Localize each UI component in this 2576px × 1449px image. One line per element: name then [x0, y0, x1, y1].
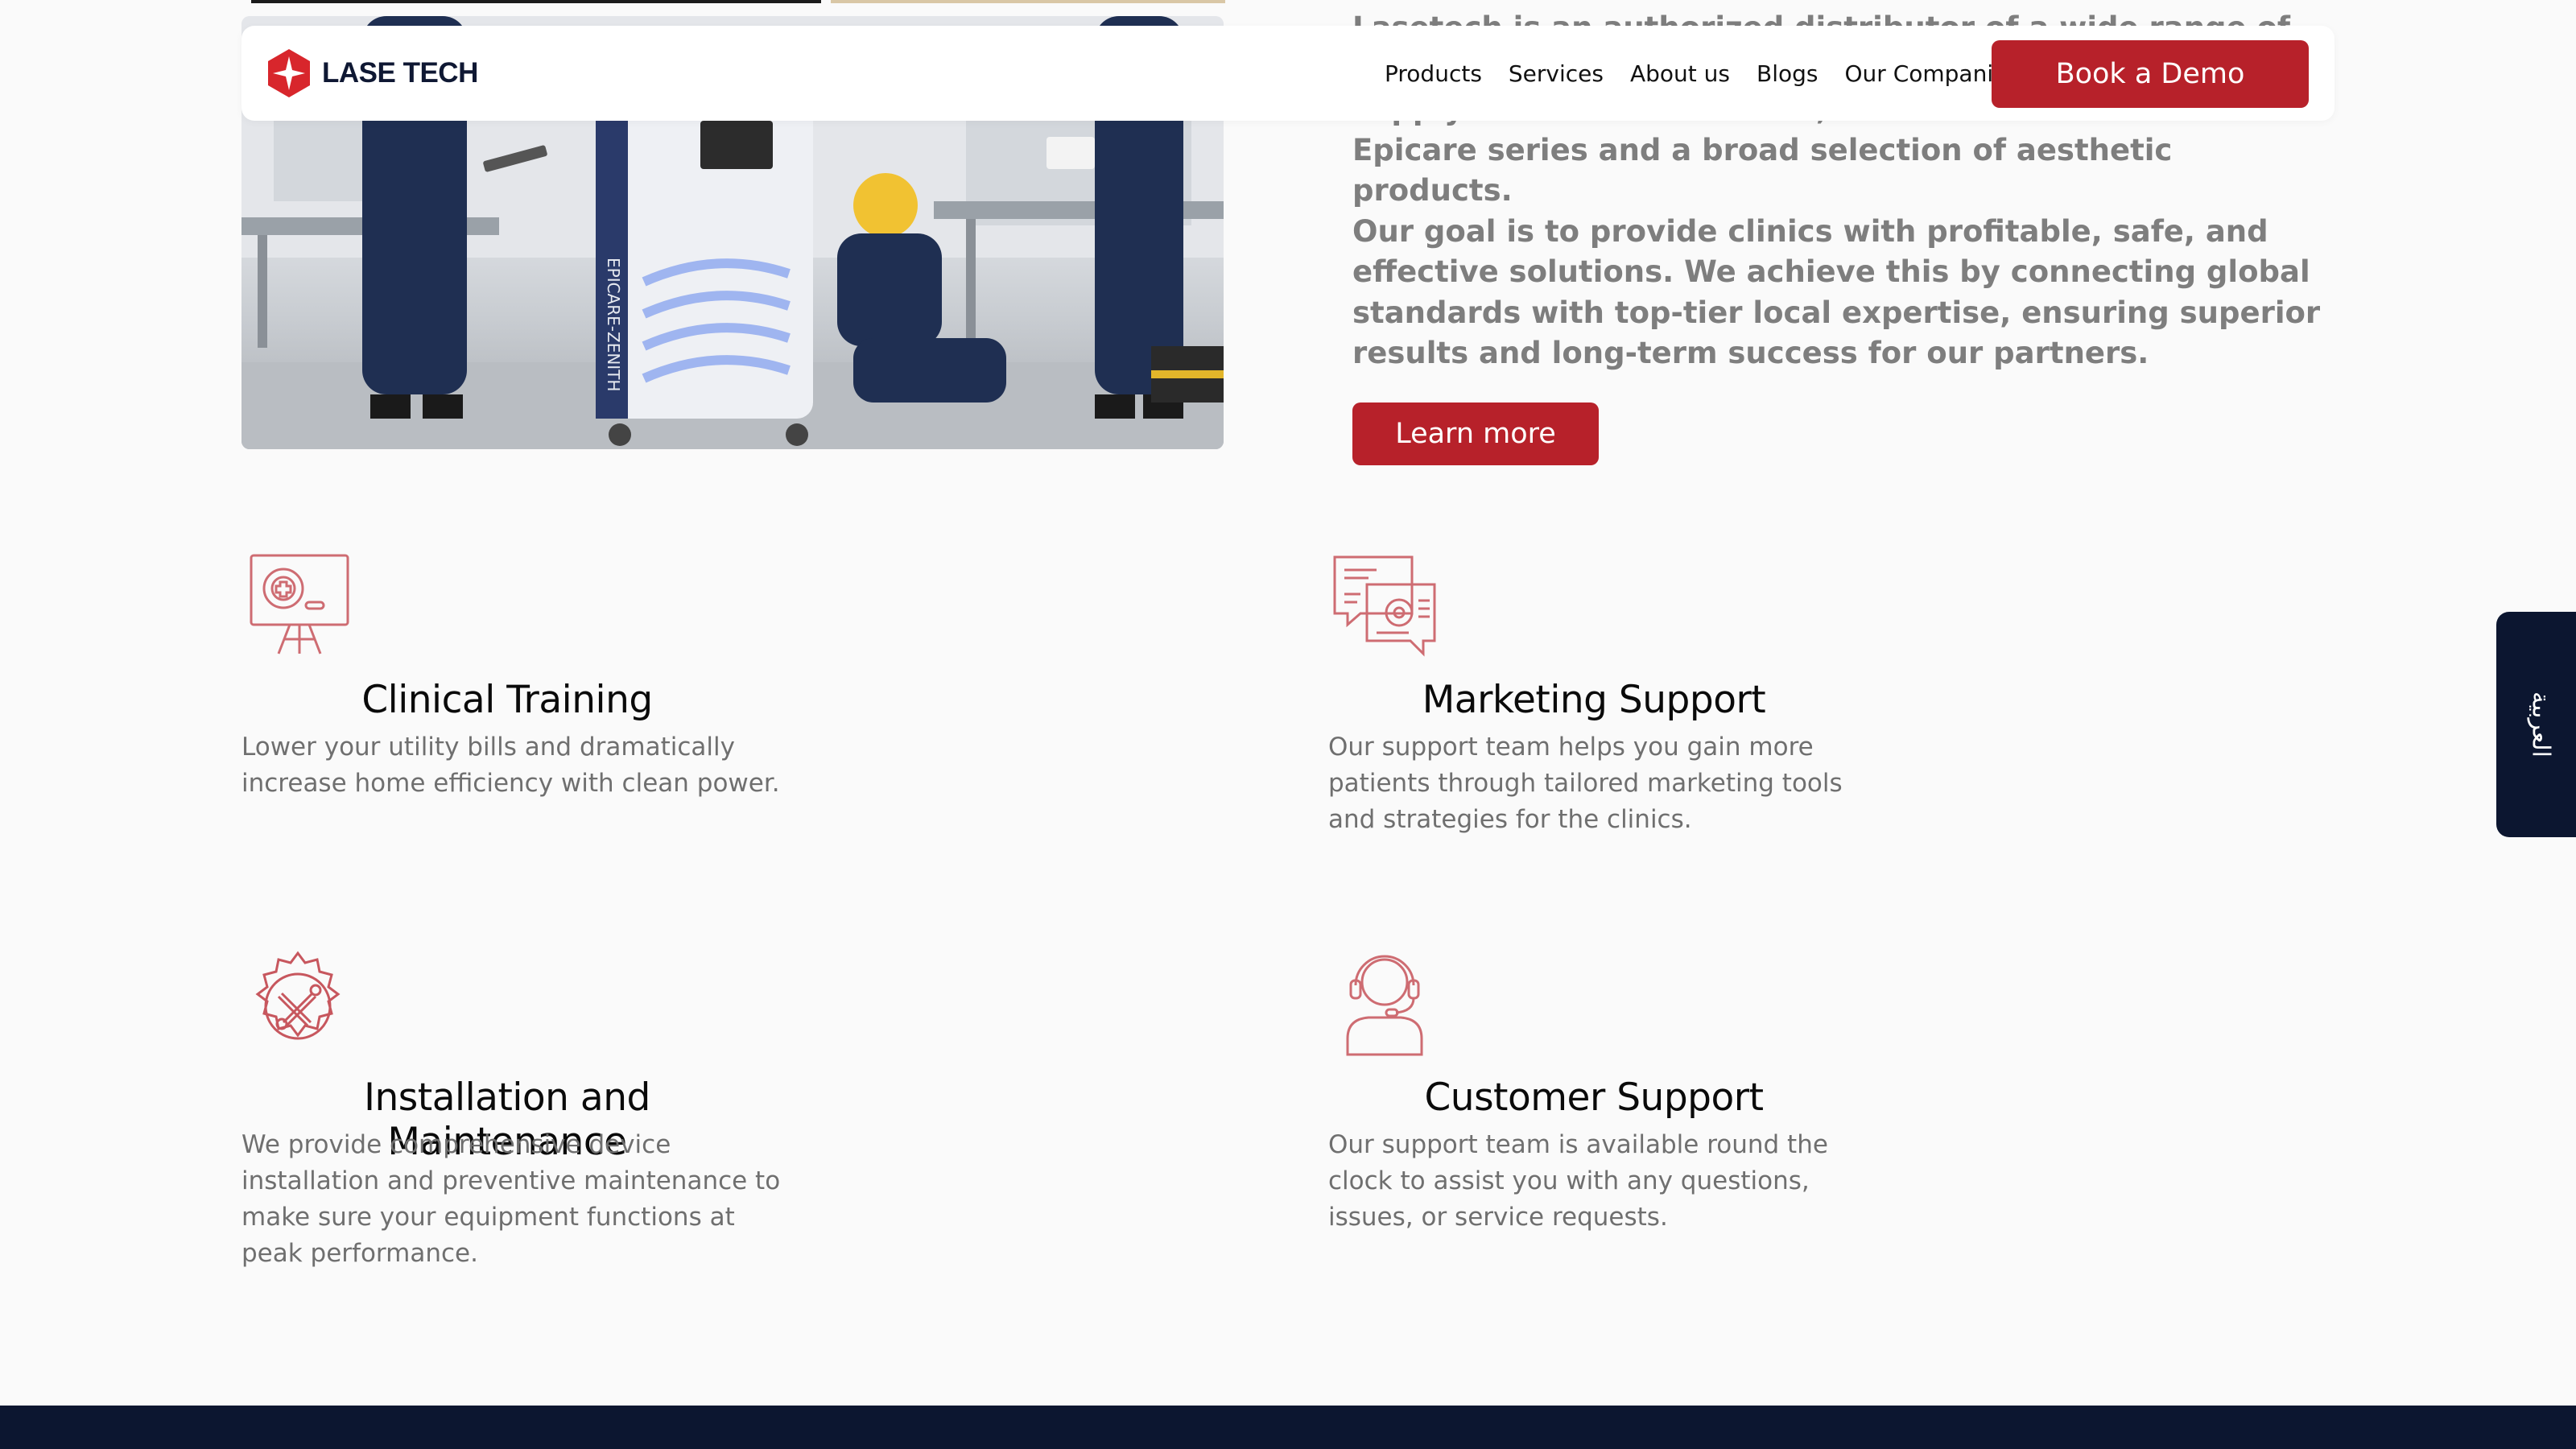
nav-services[interactable]: Services: [1509, 60, 1604, 87]
service-card-marketing-support: Marketing Support Our support team helps…: [1328, 552, 1876, 842]
service-description: Our support team is available round the …: [1328, 1130, 1828, 1232]
language-toggle-tab[interactable]: العربية: [2496, 612, 2576, 837]
previous-image-strip: [831, 0, 1225, 3]
device-label: EPICARE-ZENITH: [604, 258, 623, 391]
service-title: Marketing Support: [1422, 678, 1766, 722]
learn-more-button[interactable]: Learn more: [1352, 402, 1599, 465]
footer: [0, 1406, 2576, 1449]
service-title: Customer Support: [1424, 1075, 1764, 1120]
about-paragraph: Our goal is to provide clinics with prof…: [1352, 213, 2321, 371]
previous-image-strip: [251, 0, 821, 3]
nav-about[interactable]: About us: [1630, 60, 1730, 87]
training-board-icon: [250, 554, 349, 654]
lasetech-logo-icon: [268, 49, 310, 97]
language-label: العربية: [2526, 691, 2555, 758]
service-card-clinical-training: Clinical Training Lower your utility bil…: [242, 552, 789, 818]
service-card-customer-support: Customer Support Our support team is ava…: [1328, 950, 1876, 1240]
service-title: Clinical Training: [361, 678, 653, 722]
navbar: LASE TECH Products Services About us Blo…: [242, 26, 2334, 121]
nav-blogs[interactable]: Blogs: [1757, 60, 1818, 87]
service-description: Lower your utility bills and dramaticall…: [242, 733, 780, 798]
book-demo-button[interactable]: Book a Demo: [1992, 40, 2309, 108]
headset-agent-icon: [1346, 955, 1423, 1056]
nav-links: Products Services About us Blogs Our Com…: [1385, 26, 2046, 121]
service-description: Our support team helps you gain more pat…: [1328, 733, 1843, 834]
service-card-installation-maintenance: Installation and Maintenance We provide …: [242, 950, 789, 1268]
brand-name: LASE TECH: [322, 57, 478, 89]
marketing-gear-chat-icon: [1333, 555, 1436, 657]
service-description: We provide comprehensive device installa…: [242, 1130, 781, 1268]
logo[interactable]: LASE TECH: [266, 48, 478, 98]
wrench-gear-icon: [255, 951, 341, 1040]
nav-products[interactable]: Products: [1385, 60, 1482, 87]
